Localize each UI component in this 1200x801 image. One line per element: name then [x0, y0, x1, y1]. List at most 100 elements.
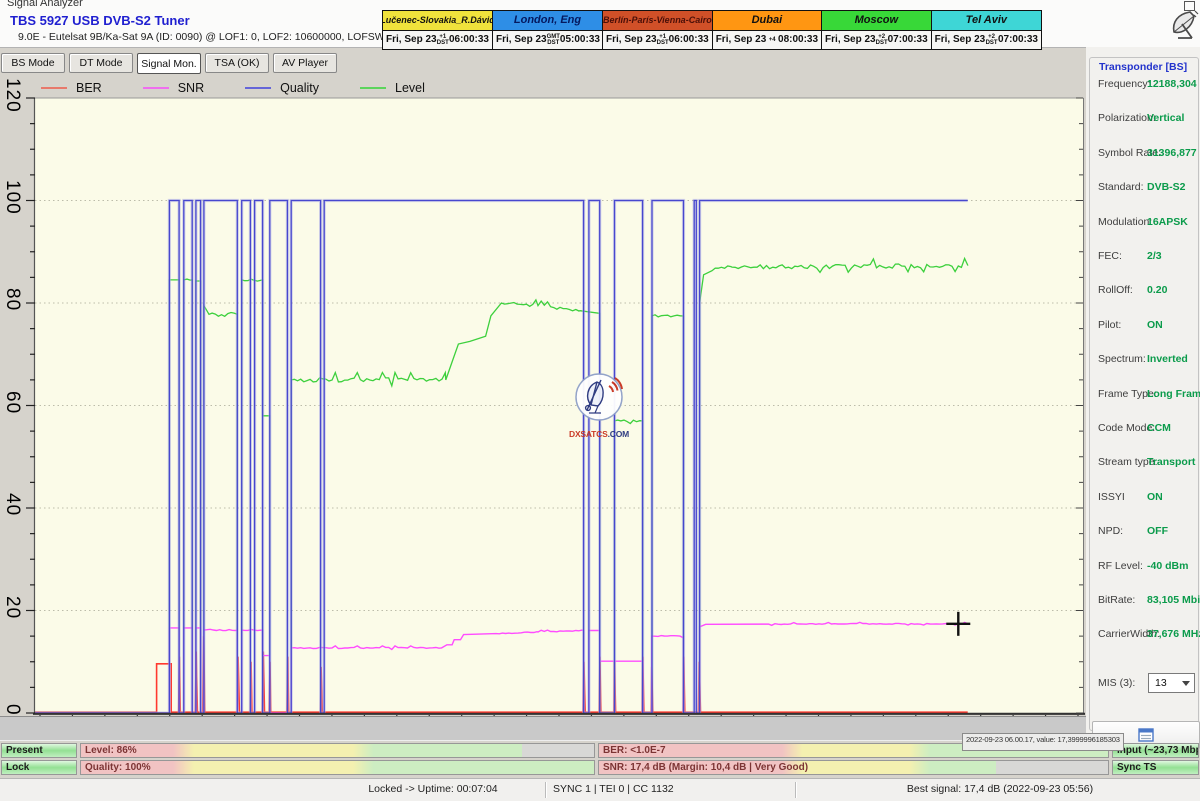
transponder-value: Long Frame: [1147, 388, 1200, 400]
status-indicator-bar: Lock: [1, 760, 77, 775]
world-clock: DubaiFri, Sep 23+408:00:33: [713, 11, 822, 49]
transponder-row: Stream type:Transport: [1090, 456, 1200, 470]
legend-item-snr: SNR: [143, 81, 204, 95]
transponder-label: Standard:: [1098, 181, 1144, 193]
clock-time: Fri, Sep 23+1DST06:00:33: [383, 31, 492, 50]
clock-city-label: Dubai: [713, 11, 821, 31]
legend-item-level: Level: [360, 81, 425, 95]
world-clock: Berlín-París-Vienna-CairoFri, Sep 23+1DS…: [603, 11, 713, 49]
transponder-groupbox: Transponder [BS] Frequency:12188,304 MHz…: [1089, 57, 1199, 731]
legend-item-ber: BER: [41, 81, 102, 95]
clock-offset: +4: [766, 37, 778, 43]
y-axis-label: 20: [3, 596, 21, 619]
transponder-value: 0.20: [1147, 284, 1167, 296]
tab-bs-mode[interactable]: BS Mode: [1, 53, 65, 73]
window-title: Signal Analyzer: [7, 0, 83, 9]
clock-city-label: Tel Aviv: [932, 11, 1041, 31]
tab-dt-mode[interactable]: DT Mode: [69, 53, 133, 73]
clock-time: Fri, Sep 23GMTDST05:00:33: [493, 31, 602, 50]
transponder-value: CCM: [1147, 422, 1171, 434]
clock-offset: +2DST: [876, 34, 888, 46]
clock-city-label: Moscow: [822, 11, 931, 31]
transponder-value: ON: [1147, 491, 1163, 503]
bar-label: Input (~23,73 Mbps): [1117, 745, 1199, 756]
transponder-row: Spectrum:Inverted: [1090, 353, 1200, 367]
transponder-value: Vertical: [1147, 112, 1184, 124]
transponder-value: OFF: [1147, 525, 1168, 537]
transponder-value: DVB-S2: [1147, 181, 1186, 193]
transponder-row: Polarization:Vertical: [1090, 112, 1200, 126]
world-clock: Tel AvivFri, Sep 23+2DST07:00:33: [932, 11, 1041, 49]
transponder-label: RF Level:: [1098, 560, 1143, 572]
satellite-dish-icon: [1168, 8, 1200, 44]
chart-scroll-band[interactable]: [0, 716, 1086, 741]
meter-fill: [81, 744, 522, 757]
list-window-icon: [1138, 728, 1154, 742]
tab-signal-mon-[interactable]: Signal Mon.: [137, 53, 201, 74]
mode-tabs: BS ModeDT ModeSignal Mon.TSA (OK)AV Play…: [1, 53, 341, 74]
chart-tooltip: 2022-09-23 06.00.17, value: 17,399999618…: [962, 733, 1124, 751]
header-panel: Signal Analyzer TBS 5927 USB DVB-S2 Tune…: [0, 0, 1200, 48]
clock-offset: +1DST: [437, 34, 449, 46]
transponder-row: ISSYI ON: [1090, 491, 1200, 505]
transponder-value: 16APSK: [1147, 216, 1188, 228]
status-indicator-bar: Input (~23,73 Mbps): [1112, 743, 1199, 758]
transponder-value: Transport: [1147, 456, 1195, 468]
clock-hms: 06:00:33: [669, 34, 709, 45]
meter-bar: SNR: 17,4 dB (Margin: 10,4 dB | Very Goo…: [598, 760, 1109, 775]
legend-swatch: [143, 87, 169, 89]
clock-hms: 07:00:33: [998, 34, 1038, 45]
meter-fill: [81, 761, 594, 774]
bar-label: BER: <1.0E-7: [603, 745, 666, 756]
transponder-panel: Transponder [BS] Frequency:12188,304 MHz…: [1086, 47, 1200, 741]
clock-hms: 06:00:33: [449, 34, 489, 45]
bar-label: Lock: [6, 762, 29, 773]
sync-status: SYNC 1 | TEI 0 | CC 1132: [553, 783, 674, 795]
transponder-label: Modulation:: [1098, 216, 1152, 228]
clock-time: Fri, Sep 23+2DST07:00:33: [932, 31, 1041, 50]
tab-tsa-ok-[interactable]: TSA (OK): [205, 53, 269, 73]
signal-analyzer-app: { "window": {"title": "Signal Analyzer"}…: [0, 0, 1200, 800]
transponder-value: 2/3: [1147, 250, 1162, 262]
clock-hms: 05:00:33: [560, 34, 600, 45]
legend-label: Level: [395, 81, 425, 95]
mis-dropdown[interactable]: 13: [1148, 673, 1195, 693]
statusbar-divider: [545, 782, 546, 798]
legend-label: Quality: [280, 81, 319, 95]
world-clock: MoscowFri, Sep 23+2DST07:00:33: [822, 11, 932, 49]
transponder-value: ON: [1147, 319, 1163, 331]
legend-swatch: [245, 87, 271, 89]
clock-time: Fri, Sep 23+2DST07:00:33: [822, 31, 931, 50]
best-signal-status: Best signal: 17,4 dB (2022-09-23 05:56): [860, 783, 1140, 795]
transponder-row: Code Mode:CCM: [1090, 422, 1200, 436]
status-indicator-bar: Sync TS: [1112, 760, 1199, 775]
y-axis-label: 80: [3, 288, 21, 311]
transponder-value: 83,105 Mbit/s: [1147, 594, 1200, 606]
clock-time: Fri, Sep 23+408:00:33: [713, 31, 821, 50]
transponder-row: Pilot:ON: [1090, 319, 1200, 333]
uptime-status: Locked -> Uptime: 00:07:04: [328, 783, 538, 795]
clock-city-label: London, Eng: [493, 11, 602, 31]
transponder-row: RF Level:-40 dBm: [1090, 560, 1200, 574]
tab-av-player[interactable]: AV Player: [273, 53, 337, 73]
meter-gradient: [81, 744, 522, 757]
clock-date: Fri, Sep 23: [606, 34, 657, 45]
meter-bar: Quality: 100%: [80, 760, 595, 775]
signal-chart[interactable]: [0, 97, 1086, 745]
status-bar: Locked -> Uptime: 00:07:04 SYNC 1 | TEI …: [0, 778, 1200, 801]
world-clocks: Lučenec-Slovakia_R.DávidFri, Sep 23+1DST…: [382, 10, 1042, 50]
clock-offset: +2DST: [985, 34, 998, 46]
mis-label: MIS (3):: [1098, 677, 1135, 689]
transponder-row: Standard:DVB-S2: [1090, 181, 1200, 195]
watermark-text: DXSATCS.COM: [567, 429, 631, 439]
clock-date: Fri, Sep 23: [935, 34, 986, 45]
dxsatcs-watermark: DXSATCS.COM: [567, 372, 631, 434]
clock-date: Fri, Sep 23: [825, 34, 876, 45]
transponder-label: ISSYI: [1098, 491, 1125, 503]
legend-label: SNR: [178, 81, 204, 95]
legend-label: BER: [76, 81, 102, 95]
y-axis-label: 0: [3, 704, 21, 716]
transponder-row: Frequency:12188,304 MHz: [1090, 78, 1200, 92]
transponder-row: Modulation:16APSK: [1090, 216, 1200, 230]
transponder-label: NPD:: [1098, 525, 1123, 537]
